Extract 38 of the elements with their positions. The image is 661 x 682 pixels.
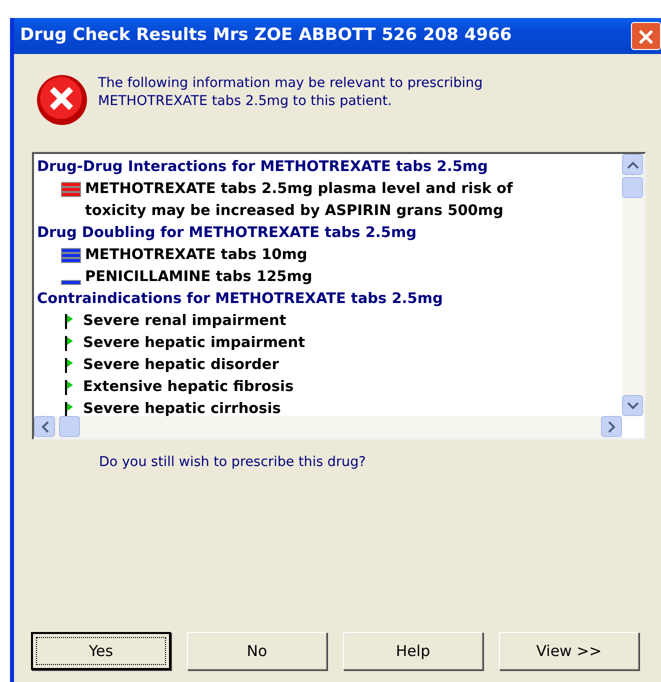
result-item: Severe hepatic cirrhosis <box>83 400 282 416</box>
window-title: Drug Check Results Mrs ZOE ABBOTT 526 208 4966 <box>20 24 512 48</box>
chevron-down-icon <box>626 402 638 410</box>
dialog-button[interactable]: Help <box>343 632 483 670</box>
severity-bars-icon <box>61 248 81 263</box>
chevron-up-icon <box>626 160 638 168</box>
severity-bars-icon <box>61 182 81 197</box>
scroll-down-button[interactable] <box>622 395 643 416</box>
scroll-left-button[interactable] <box>34 416 55 437</box>
section-heading: Contraindications for METHOTREXATE tabs 2.5mg <box>37 290 444 309</box>
dialog-button[interactable]: Yes <box>31 632 171 670</box>
result-item: Severe renal impairment <box>83 312 288 331</box>
chevron-right-icon <box>608 420 616 432</box>
result-item: Extensive hepatic fibrosis <box>83 378 295 397</box>
result-item: METHOTREXATE tabs 2.5mg plasma level and risk of toxicity may be increased by ASPIRIN grans 500mg <box>85 180 514 221</box>
result-item: METHOTREXATE tabs 10mg <box>85 246 308 265</box>
dialog-button[interactable]: View >> <box>499 632 639 670</box>
flag-icon <box>65 358 73 373</box>
close-button[interactable] <box>631 22 661 50</box>
flag-icon <box>65 380 73 395</box>
dialog-button[interactable]: No <box>187 632 327 670</box>
severity-bars-icon <box>61 280 81 285</box>
flag-icon <box>65 314 73 329</box>
chevron-left-icon <box>40 420 48 432</box>
flag-icon <box>65 336 73 351</box>
section-heading: Drug Doubling for METHOTREXATE tabs 2.5mg <box>37 224 418 243</box>
scroll-thumb[interactable] <box>622 177 643 198</box>
result-item: PENICILLAMINE tabs 125mg <box>85 268 314 287</box>
confirmation-question: Do you still wish to prescribe this drug? <box>99 453 367 472</box>
flag-icon <box>65 402 73 416</box>
result-item: Severe hepatic impairment <box>83 334 306 353</box>
scroll-right-button[interactable] <box>601 416 622 437</box>
warning-message: The following information may be relevant to prescribing METHOTREXATE tabs 2.5mg to this patient. <box>98 74 484 111</box>
section-heading: Drug-Drug Interactions for METHOTREXATE tabs 2.5mg <box>37 158 489 177</box>
scroll-up-button[interactable] <box>622 154 643 175</box>
error-icon <box>36 74 90 126</box>
scroll-thumb[interactable] <box>59 416 80 437</box>
result-item: Severe hepatic disorder <box>83 356 280 375</box>
